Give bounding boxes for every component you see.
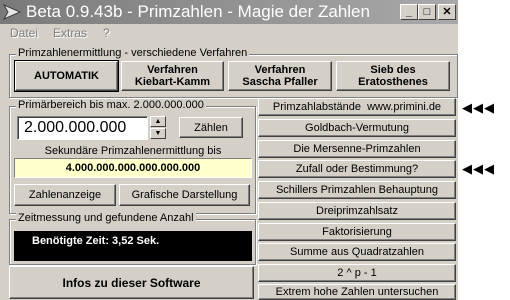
goldbach-button[interactable]: Goldbach-Vermutung (258, 119, 456, 137)
app-icon (3, 4, 21, 20)
mersenne-label: Die Mersenne-Primzahlen (293, 143, 421, 155)
show-numbers-button[interactable]: Zahlenanzeige (14, 184, 116, 206)
menu-datei[interactable]: Datei (10, 26, 38, 40)
range-group-label: Primärbereich bis max. 2.000.000.000 (16, 99, 206, 111)
maximize-button[interactable]: □ (418, 4, 436, 20)
timing-group-label: Zeitmessung und gefundene Anzahl (16, 212, 196, 224)
kiebart-label-2: Kiebart-Kamm (134, 76, 211, 88)
show-numbers-label: Zahlenanzeige (28, 189, 102, 201)
prime-gaps-label: Primzahlabstände www.primini.de (272, 101, 442, 113)
three-primes-label: Dreiprimzahlsatz (316, 205, 398, 217)
menu-bar: Datei Extras ? (0, 25, 458, 41)
chance-or-destiny-button[interactable]: Zufall oder Bestimmung? (258, 160, 456, 178)
huge-numbers-button[interactable]: Extrem hohe Zahlen untersuchen (258, 284, 456, 300)
automatik-label: AUTOMATIK (34, 70, 99, 82)
timing-result: Benötigte Zeit: 3,52 Sek. (14, 231, 252, 261)
pointer-arrows-middle: ◀◀◀ (462, 161, 495, 176)
huge-numbers-label: Extrem hohe Zahlen untersuchen (275, 286, 439, 298)
range-input[interactable]: 2.000.000.000 (17, 116, 148, 140)
sum-of-squares-button[interactable]: Summe aus Quadratzahlen (258, 243, 456, 261)
info-button[interactable]: Infos zu dieser Software (9, 266, 254, 299)
sieb-eratosthenes-button[interactable]: Sieb des Eratosthenes (336, 61, 450, 91)
goldbach-label: Goldbach-Vermutung (305, 122, 409, 134)
menu-help[interactable]: ? (103, 26, 110, 40)
prime-gaps-button[interactable]: Primzahlabstände www.primini.de (258, 98, 456, 116)
graphic-display-label: Grafische Darstellung (131, 189, 238, 201)
info-label: Infos zu dieser Software (62, 275, 201, 290)
secondary-label: Sekundäre Primzahlenermittlung bis (44, 145, 222, 157)
spin-up-button[interactable]: ▲ (150, 116, 166, 127)
graphic-display-button[interactable]: Grafische Darstellung (119, 184, 250, 206)
factorization-label: Faktorisierung (322, 226, 392, 238)
count-button[interactable]: Zählen (179, 117, 243, 138)
kiebart-label-1: Verfahren (147, 64, 198, 76)
spin-down-button[interactable]: ▼ (150, 128, 166, 139)
schiller-label: Schillers Primzahlen Behauptung (275, 184, 439, 196)
methods-group-label: Primzahlenermittlung - verschiedene Verf… (16, 47, 250, 59)
sieb-label-1: Sieb des (370, 64, 416, 76)
power-of-two-label: 2 ^ p - 1 (337, 267, 377, 279)
pointer-arrows-top: ◀◀◀ (462, 100, 495, 115)
window-title: Beta 0.9.43b - Primzahlen - Magie der Za… (26, 2, 370, 21)
three-primes-button[interactable]: Dreiprimzahlsatz (258, 202, 456, 220)
sascha-pfaller-button[interactable]: Verfahren Sascha Pfaller (228, 61, 332, 91)
factorization-button[interactable]: Faktorisierung (258, 223, 456, 241)
count-label: Zählen (194, 121, 228, 134)
sum-of-squares-label: Summe aus Quadratzahlen (290, 246, 424, 258)
close-button[interactable]: ✕ (438, 4, 456, 20)
mersenne-button[interactable]: Die Mersenne-Primzahlen (258, 140, 456, 158)
title-bar[interactable]: Beta 0.9.43b - Primzahlen - Magie der Za… (0, 0, 458, 24)
chance-or-destiny-label: Zufall oder Bestimmung? (295, 163, 419, 175)
power-of-two-button[interactable]: 2 ^ p - 1 (258, 264, 456, 282)
schiller-button[interactable]: Schillers Primzahlen Behauptung (258, 181, 456, 199)
minimize-button[interactable]: _ (400, 4, 418, 20)
app-window: Beta 0.9.43b - Primzahlen - Magie der Za… (0, 0, 458, 300)
timing-result-text: Benötigte Zeit: 3,52 Sek. (32, 235, 160, 247)
sieb-label-2: Eratosthenes (358, 76, 428, 88)
menu-extras[interactable]: Extras (53, 26, 87, 40)
automatik-button[interactable]: AUTOMATIK (14, 60, 119, 92)
secondary-value-field: 4.000.000.000.000.000.000 (14, 158, 252, 178)
kiebart-kamm-button[interactable]: Verfahren Kiebart-Kamm (121, 61, 224, 91)
sascha-label-2: Sascha Pfaller (242, 76, 318, 88)
sascha-label-1: Verfahren (254, 64, 306, 76)
